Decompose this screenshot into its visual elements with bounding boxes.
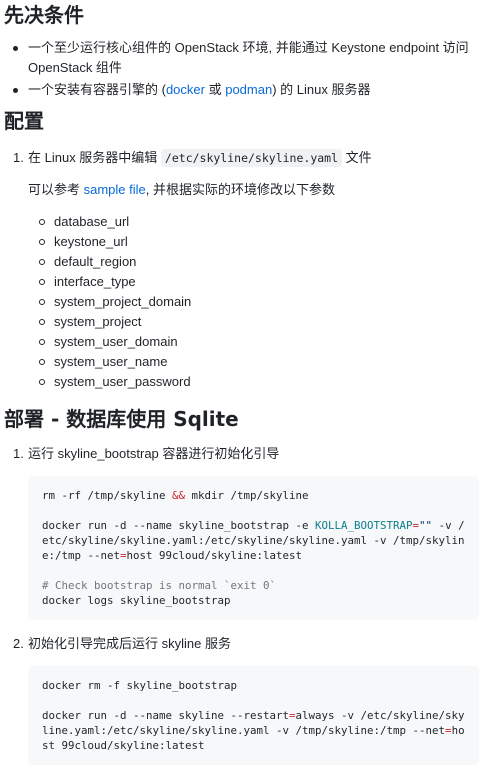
step-number: 2. — [13, 636, 24, 651]
step-instruction: 在 Linux 服务器中编辑 /etc/skyline/skyline.yaml… — [28, 148, 479, 168]
podman-link[interactable]: podman — [225, 82, 272, 97]
step-text: 运行 skyline_bootstrap 容器进行初始化引导 — [28, 446, 280, 461]
code-string: "" — [419, 519, 433, 532]
code-comment: # Check bootstrap is normal `exit 0` — [42, 579, 277, 592]
param-item: system_project_domain — [39, 292, 479, 312]
code-variable: KOLLA_BOOTSTRAP — [315, 519, 413, 532]
service-code-block[interactable]: docker rm -f skyline_bootstrap docker ru… — [28, 666, 479, 765]
param-item: default_region — [39, 252, 479, 272]
code-text: docker run -d --name skyline_bootstrap -… — [42, 519, 316, 532]
config-steps: 1. 在 Linux 服务器中编辑 /etc/skyline/skyline.y… — [4, 148, 479, 200]
step-text: 文件 — [342, 150, 372, 165]
code-text: restart — [243, 709, 290, 722]
code-operator: && — [172, 489, 186, 502]
bootstrap-code-block[interactable]: rm -rf /tmp/skyline && mkdir /tmp/skylin… — [28, 476, 479, 620]
step-number: 1. — [13, 446, 24, 461]
list-item: 一个安装有容器引擎的 (docker 或 podman) 的 Linux 服务器 — [13, 80, 479, 100]
param-item: system_user_domain — [39, 332, 479, 352]
code-text: docker logs skyline_bootstrap — [42, 594, 231, 607]
step-number: 1. — [13, 150, 24, 165]
prerequisites-heading: 先决条件 — [4, 3, 84, 27]
reference-text: 可以参考 — [28, 182, 84, 197]
deploy-heading: 部署 - 数据库使用 Sqlite — [4, 407, 239, 431]
code-text: docker rm -f skyline_bootstrap — [42, 679, 238, 692]
prereq-text: ) 的 Linux 服务器 — [272, 82, 371, 97]
deploy-steps: 1. 运行 skyline_bootstrap 容器进行初始化引导 — [4, 444, 479, 464]
param-item: system_user_password — [39, 372, 479, 392]
config-params-list: database_url keystone_url default_region… — [4, 212, 479, 392]
code-text: net — [425, 724, 446, 737]
deploy-step-1: 1. 运行 skyline_bootstrap 容器进行初始化引导 — [4, 444, 479, 464]
list-item: 一个至少运行核心组件的 OpenStack 环境, 并能通过 Keystone … — [13, 38, 479, 78]
code-text: host 99cloud/skyline:latest — [126, 549, 303, 562]
step-text: 在 Linux 服务器中编辑 — [28, 150, 161, 165]
reference-text: , 并根据实际的环境修改以下参数 — [145, 182, 335, 197]
param-item: system_user_name — [39, 352, 479, 372]
deploy-step-2: 2. 初始化引导完成后运行 skyline 服务 — [4, 634, 479, 654]
param-item: database_url — [39, 212, 479, 232]
param-item: interface_type — [39, 272, 479, 292]
config-heading: 配置 — [4, 109, 44, 133]
code-text: rm -rf /tmp/skyline — [42, 489, 173, 502]
prereq-text: 一个至少运行核心组件的 OpenStack 环境, 并能通过 Keystone … — [28, 40, 469, 75]
prerequisites-list: 一个至少运行核心组件的 OpenStack 环境, 并能通过 Keystone … — [4, 38, 479, 100]
docker-link[interactable]: docker — [166, 82, 205, 97]
code-text: mkdir /tmp/skyline — [185, 489, 309, 502]
code-text: docker run -d --name skyline -- — [42, 709, 244, 722]
config-file-path: /etc/skyline/skyline.yaml — [160, 149, 343, 167]
reference-paragraph: 可以参考 sample file, 并根据实际的环境修改以下参数 — [28, 180, 479, 200]
sample-file-link[interactable]: sample file — [84, 182, 146, 197]
deploy-steps-cont: 2. 初始化引导完成后运行 skyline 服务 — [4, 634, 479, 654]
document: 先决条件 一个至少运行核心组件的 OpenStack 环境, 并能通过 Keys… — [0, 0, 484, 765]
param-item: keystone_url — [39, 232, 479, 252]
step-text: 初始化引导完成后运行 skyline 服务 — [28, 636, 231, 651]
prereq-text: 或 — [204, 82, 226, 97]
code-text: net — [100, 549, 121, 562]
prereq-text: 一个安装有容器引擎的 ( — [28, 82, 166, 97]
config-step-1: 1. 在 Linux 服务器中编辑 /etc/skyline/skyline.y… — [4, 148, 479, 200]
param-item: system_project — [39, 312, 479, 332]
